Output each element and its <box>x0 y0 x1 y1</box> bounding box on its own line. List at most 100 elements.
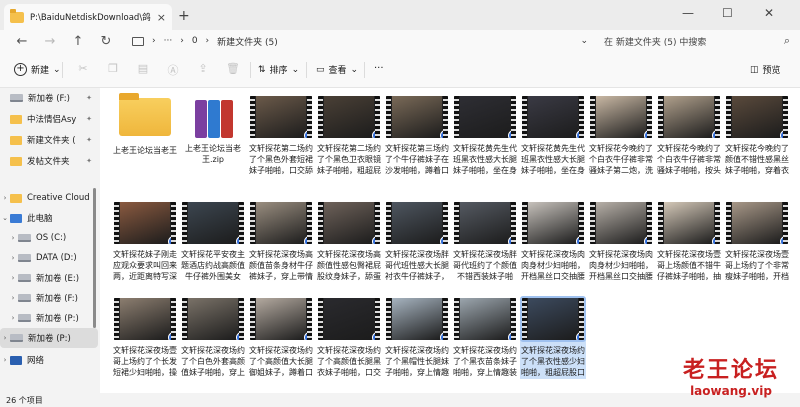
sync-status-icon <box>644 236 652 244</box>
sidebar-item-folder[interactable]: 发帖文件夹 ✦ <box>0 151 98 171</box>
maximize-button[interactable]: ☐ <box>722 6 733 20</box>
up-button[interactable]: ↑ <box>64 34 92 49</box>
toolbar-divider <box>62 62 63 78</box>
sidebar-item-drive-f[interactable]: › 新加卷 (F:) <box>0 288 98 308</box>
sidebar-item-drive-d[interactable]: › DATA (D:) <box>0 248 98 268</box>
new-tab-button[interactable]: + <box>178 8 190 24</box>
video-thumbnail <box>250 202 312 244</box>
sidebar-scrollbar[interactable] <box>93 88 97 388</box>
video-file-item[interactable]: 文轩探花深夜场壹哥上场约了个非常瘦妹子啪啪，开档黑丝口... <box>724 202 790 283</box>
sidebar-item-creative-cloud[interactable]: › Creative Cloud <box>0 188 98 208</box>
video-file-item[interactable]: 文轩探花第二场约了个黑色卫衣眼镜妹子啪啪，粗超屁股蓝牙... <box>316 96 382 177</box>
video-file-item[interactable]: 文轩探花深夜场约了个黑衣苗条妹子啪啪，穿上情趣装近视口... <box>452 298 518 379</box>
video-file-item[interactable]: 文轩探花深夜场约了个黑帽性长腿妹子啪啪，穿上情趣吊带... <box>384 298 450 379</box>
video-file-item[interactable]: 文轩探花黄先生代班黑衣性感大长腿妹子啪啪，坐在身上摸奶舔... <box>520 96 586 177</box>
forward-button[interactable]: → <box>36 34 64 49</box>
video-file-item[interactable]: 文轩探花今晚约了个白衣牛仔裤非常骚妹子第二炮，洗完澡穿... <box>588 96 654 177</box>
video-thumbnail <box>726 96 788 138</box>
new-button[interactable]: + 新建 ⌄ <box>14 63 61 76</box>
rename-icon[interactable]: Ⓐ <box>166 62 180 77</box>
sidebar-item-drive-c[interactable]: › OS (C:) <box>0 228 98 248</box>
breadcrumb-more[interactable]: ··· <box>164 36 173 46</box>
minimize-button[interactable]: — <box>682 6 694 20</box>
sidebar-item-network[interactable]: › 网络 <box>0 350 98 370</box>
more-options-button[interactable]: ··· <box>374 63 384 74</box>
cut-icon[interactable]: ✂ <box>76 62 90 76</box>
close-window-button[interactable]: ✕ <box>764 6 774 20</box>
folder-item[interactable]: 上老王论坛当老王 <box>112 93 178 156</box>
file-name: 文轩探花第二场约了个黑色外套短裙妹子啪啪，口交舔弄后入... <box>249 144 313 175</box>
file-name: 文轩探花深夜场约了个黑帽性长腿妹子啪啪，穿上情趣吊带... <box>385 346 449 377</box>
copy-icon[interactable]: ❐ <box>106 62 120 76</box>
share-icon[interactable]: ⇪ <box>196 62 210 76</box>
video-file-item[interactable]: 文轩探花今晚约了个白衣牛仔裤非常骚妹子啪啪，按头口交... <box>656 96 722 177</box>
tab-close-icon[interactable]: × <box>157 11 166 24</box>
search-input[interactable]: 在 新建文件夹 (5) 中搜索 <box>604 35 706 48</box>
video-file-item[interactable]: 文轩探花深夜场胖哥代班性感大长腿衬衣牛仔裤妹子，穿上黑... <box>384 202 450 283</box>
video-thumbnail <box>250 298 312 340</box>
video-thumbnail <box>318 96 380 138</box>
video-file-item[interactable]: 文轩探花深夜场壹哥上场约了个长发短裙少妇啪啪，操起裙子... <box>112 298 178 379</box>
sidebar-item-this-pc[interactable]: ⌄ 此电脑 <box>0 208 98 228</box>
video-file-item[interactable]: 文轩探花深夜场壹哥上场颜值不错牛仔裤妹子啪啪，抽腰摩擦... <box>656 202 722 283</box>
video-file-item[interactable]: 文轩探花平安夜主题酒店约战高颜值牛仔裤外围美女 小姐够骚... <box>180 202 246 283</box>
breadcrumb-current[interactable]: 新建文件夹 (5) <box>217 35 278 48</box>
sidebar-item-drive-p[interactable]: › 新加卷 (P:) <box>0 308 98 328</box>
winrar-archive-icon <box>189 96 237 140</box>
address-bar[interactable]: › ··· › 0 › 新建文件夹 (5) ⌄ <box>132 30 594 52</box>
video-file-item[interactable]: 文轩探花妹子刚走应观众要求叫回来两，近距离特写深喉口交... <box>112 202 178 283</box>
file-name: 文轩探花今晚约了个白衣牛仔裤非常骚妹子第二炮，洗完澡穿... <box>589 144 653 175</box>
video-file-item[interactable]: 文轩探花深夜场约了个高颜值长腿黑衣妹子啪啪，口交互舔... <box>316 298 382 379</box>
video-file-item[interactable]: 文轩探花深夜场高颜值苗条身材牛仔裤妹子，穿上带情趣装... <box>248 202 314 283</box>
view-button[interactable]: ▭ 查看 ⌄ <box>316 63 358 77</box>
sync-status-icon <box>304 236 312 244</box>
sync-status-icon <box>236 236 244 244</box>
file-name: 文轩探花第三场约了个牛仔裤妹子在沙发啪啪，蹲着口交上位... <box>385 144 449 175</box>
sidebar-item-folder[interactable]: 新建文件夹 ( ✦ <box>0 130 98 150</box>
file-name: 文轩探花深夜场胖哥代班性感大长腿衬衣牛仔裤妹子，穿上黑... <box>385 250 449 281</box>
video-file-item[interactable]: 文轩探花深夜场约了个白色外套高颜值妹子啪啪，穿上睡衣... <box>180 298 246 379</box>
video-thumbnail <box>522 96 584 138</box>
zip-file-item[interactable]: 上老王论坛当老王.zip <box>180 96 246 165</box>
paste-icon[interactable]: ▤ <box>136 62 150 76</box>
tab-current[interactable]: P:\BaiduNetdiskDownload\鸽 × <box>4 4 172 30</box>
video-file-item[interactable]: 文轩探花深夜场肉肉身材少妇啪啪，开档黑丝口交抽腰大力猛... <box>588 202 654 283</box>
video-file-item[interactable]: 文轩探花今晚约了颜值不错性感黑丝妹子啪啪，穿着衣服摸奶... <box>724 96 790 177</box>
video-file-item[interactable]: 文轩探花黄先生代班黑衣性感大长腿妹子啪啪，坐在身上摸奶舔... <box>452 96 518 177</box>
scrollbar-thumb[interactable] <box>93 188 96 328</box>
video-file-item[interactable]: 文轩探花深夜场高颜值性感包臀裙屁股纹身妹子，舔蛋口交... <box>316 202 382 283</box>
sync-status-icon <box>304 130 312 138</box>
video-file-item[interactable]: 文轩探花深夜场肉肉身材少妇啪啪，开档黑丝口交抽腰大力猛... <box>520 202 586 283</box>
sidebar-item-drive-e[interactable]: › 新加卷 (E:) <box>0 268 98 288</box>
pin-icon: ✦ <box>86 94 92 102</box>
video-file-item[interactable]: 文轩探花第三场约了个牛仔裤妹子在沙发啪啪，蹲着口交上位... <box>384 96 450 177</box>
sync-status-icon <box>508 236 516 244</box>
breadcrumb-root[interactable]: 0 <box>192 36 198 46</box>
address-dropdown-icon[interactable]: ⌄ <box>580 36 588 46</box>
folder-icon <box>10 193 22 203</box>
search-box[interactable]: 在 新建文件夹 (5) 中搜索 ⌕ <box>604 30 794 52</box>
preview-pane-button[interactable]: ◫ 预览 <box>750 63 781 77</box>
video-file-item[interactable]: 文轩探花深夜场胖哥代班约了个颜值不错西装妹子啪啪，换上... <box>452 202 518 283</box>
pin-icon: ✦ <box>86 157 92 165</box>
video-file-item[interactable]: 文轩探花深夜场约了个高颜值大长腿御姐妹子，蹲着口交舔弄... <box>248 298 314 379</box>
video-thumbnail <box>386 298 448 340</box>
video-file-item[interactable]: 文轩探花第二场约了个黑色外套短裙妹子啪啪，口交舔弄后入... <box>248 96 314 177</box>
breadcrumb-sep: › <box>205 36 210 46</box>
refresh-button[interactable]: ↻ <box>92 34 120 49</box>
video-file-item[interactable]: 文轩探花深夜场约了个黑衣性感少妇啪啪，粗超屁股口交舔边... <box>520 296 586 379</box>
drive-icon <box>18 274 31 282</box>
file-name: 文轩探花深夜场壹哥上场约了个长发短裙少妇啪啪，操起裙子... <box>113 346 177 377</box>
video-thumbnail <box>726 202 788 244</box>
file-name: 文轩探花深夜场高颜值性感包臀裙屁股纹身妹子，舔蛋口交... <box>317 250 381 281</box>
sync-status-icon <box>304 332 312 340</box>
video-thumbnail <box>454 96 516 138</box>
delete-icon[interactable]: 🗑 <box>226 62 240 76</box>
back-button[interactable]: ← <box>8 34 36 49</box>
sidebar-item-drive-p-selected[interactable]: › 新加卷 (P:) <box>0 328 98 348</box>
sidebar-item-folder[interactable]: 中法情侣Asy ✦ <box>0 109 98 129</box>
sidebar-item-drive-f-pinned[interactable]: 新加卷 (F:) ✦ <box>0 88 98 108</box>
sync-status-icon <box>712 130 720 138</box>
sort-button[interactable]: ⇅ 排序 ⌄ <box>258 63 299 77</box>
video-thumbnail <box>386 96 448 138</box>
